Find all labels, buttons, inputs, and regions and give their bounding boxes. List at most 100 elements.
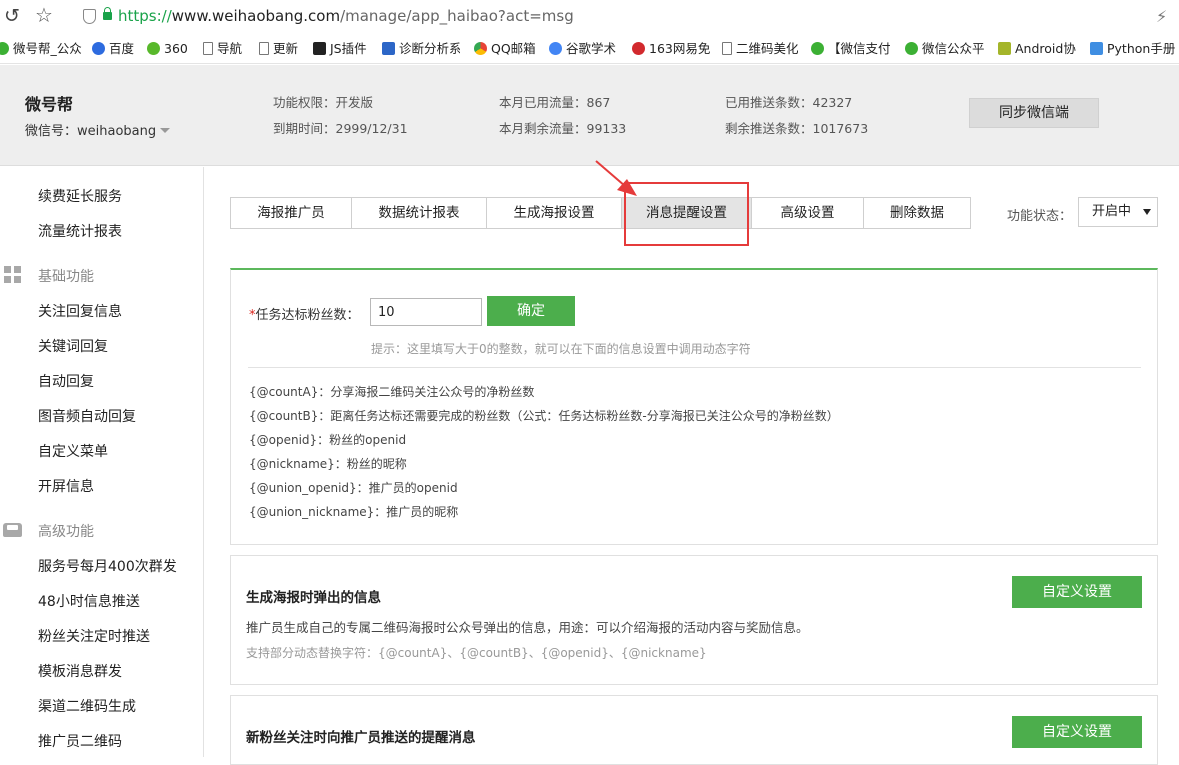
panel-title: 新粉丝关注时向推广员推送的提醒消息	[246, 730, 476, 746]
account-name: 微号帮	[25, 95, 74, 114]
poster-message-panel: 生成海报时弹出的信息 推广员生成自己的专属二维码海报时公众号弹出的信息，用途：可…	[230, 555, 1158, 685]
sidebar-item-template-msg[interactable]: 模板消息群发	[38, 661, 122, 681]
sidebar-item-media-reply[interactable]: 图音频自动回复	[38, 406, 136, 426]
inbox-icon	[3, 523, 22, 537]
bookmark-item[interactable]: 微号帮_公众	[0, 41, 82, 59]
android-icon	[998, 42, 1011, 55]
sidebar-item-custom-menu[interactable]: 自定义菜单	[38, 441, 108, 461]
variable-line: {@openid}：粉丝的openid	[249, 433, 407, 447]
panel-support-text: 支持部分动态替换字符：{@countA}、{@countB}、{@openid}…	[246, 646, 707, 660]
bookmark-label: 诊断分析系	[399, 41, 460, 56]
page-icon	[722, 42, 732, 55]
variable-line: {@countB}：距离任务达标还需要完成的粉丝数（公式：任务达标粉丝数-分享海…	[249, 409, 839, 423]
bookmark-item[interactable]: 诊断分析系	[382, 41, 460, 59]
sidebar-item-splash[interactable]: 开屏信息	[38, 476, 94, 496]
bookmark-item[interactable]: QQ邮箱	[474, 41, 536, 59]
lightning-icon[interactable]: ⚡︎	[1156, 7, 1167, 26]
panel-description: 推广员生成自己的专属二维码海报时公众号弹出的信息，用途：可以介绍海报的活动内容与…	[246, 620, 809, 635]
baidu-paw-icon	[92, 42, 105, 55]
bookmark-star-icon[interactable]: ☆	[35, 4, 57, 26]
caret-down-icon	[1143, 209, 1151, 215]
bookmark-item[interactable]: Python手册	[1090, 41, 1175, 59]
sidebar-item-flow-report[interactable]: 流量统计报表	[38, 221, 122, 241]
bookmark-label: 微信公众平	[922, 41, 985, 56]
bookmark-item[interactable]: 导航	[203, 41, 242, 59]
url-field[interactable]: https://www.weihaobang.com/manage/app_ha…	[118, 7, 574, 25]
tab-poster-promoter[interactable]: 海报推广员	[230, 197, 352, 229]
grid-icon	[4, 266, 21, 283]
push-left-text: 剩余推送条数：1017673	[725, 121, 869, 136]
permission-text: 功能权限：开发版	[273, 95, 374, 110]
variable-line: {@nickname}：粉丝的昵称	[249, 457, 407, 471]
status-select[interactable]: 开启中	[1078, 197, 1158, 227]
bookmark-label: 【微信支付	[828, 41, 891, 56]
task-fans-input[interactable]	[370, 298, 482, 326]
bookmark-label: 微号帮_公众	[13, 41, 82, 56]
bookmark-item[interactable]: 谷歌学术	[549, 41, 616, 59]
push-used-text: 已用推送条数：42327	[725, 95, 853, 110]
bookmark-item[interactable]: 【微信支付	[811, 41, 893, 59]
wechat-green-icon	[0, 42, 9, 55]
chart-icon	[382, 42, 395, 55]
confirm-button[interactable]: 确定	[487, 296, 575, 326]
sidebar-item-renew[interactable]: 续费延长服务	[38, 186, 122, 206]
page-icon	[259, 42, 269, 55]
bookmark-item[interactable]: 360	[147, 41, 188, 59]
flow-left-text: 本月剩余流量：99133	[499, 121, 627, 136]
wechat-id-dropdown[interactable]: 微信号：weihaobang	[25, 120, 171, 139]
sidebar-item-mass-send[interactable]: 服务号每月400次群发	[38, 556, 177, 576]
variable-line: {@union_openid}：推广员的openid	[249, 481, 458, 495]
sidebar-item-promoter-qrcode[interactable]: 推广员二维码	[38, 731, 122, 751]
browser-address-bar: ↺ ☆ https://www.weihaobang.com/manage/ap…	[0, 0, 1179, 34]
bookmark-item[interactable]: 微信公众平	[905, 41, 987, 59]
custom-settings-button[interactable]: 自定义设置	[1012, 716, 1142, 748]
sidebar-item-keyword-reply[interactable]: 关键词回复	[38, 336, 108, 356]
url-host: www.weihaobang.com	[171, 7, 341, 25]
bookmark-label: 360	[164, 41, 188, 56]
task-fans-label: *任务达标粉丝数：	[249, 304, 360, 323]
sidebar: 续费延长服务 流量统计报表 基础功能 关注回复信息 关键词回复 自动回复 图音频…	[0, 167, 204, 757]
tab-data-report[interactable]: 数据统计报表	[351, 197, 487, 229]
caret-down-icon	[160, 128, 171, 133]
python-icon	[1090, 42, 1103, 55]
bookmarks-bar: 微号帮_公众 百度 360 导航 更新 JS插件 诊断分析系 QQ邮箱 谷歌学术…	[0, 34, 1179, 64]
bookmark-label: 谷歌学术	[566, 41, 617, 56]
bookmark-label: Python手册	[1107, 41, 1176, 56]
variable-line: {@union_nickname}：推广员的昵称	[249, 505, 459, 519]
chrome-icon	[474, 42, 487, 55]
wechat-icon	[905, 42, 918, 55]
bookmark-label: 百度	[109, 41, 135, 56]
tab-advanced-settings[interactable]: 高级设置	[751, 197, 864, 229]
google-icon	[549, 42, 562, 55]
sidebar-item-channel-qrcode[interactable]: 渠道二维码生成	[38, 696, 136, 716]
variable-line: {@countA}：分享海报二维码关注公众号的净粉丝数	[249, 385, 535, 399]
page-icon	[203, 42, 213, 55]
netease-icon	[632, 42, 645, 55]
custom-settings-button[interactable]: 自定义设置	[1012, 576, 1142, 608]
status-label: 功能状态：	[1007, 209, 1073, 224]
bookmark-item[interactable]: 百度	[92, 41, 134, 59]
panel-title: 生成海报时弹出的信息	[246, 590, 381, 606]
shield-icon[interactable]	[83, 9, 96, 24]
account-header: 微号帮 微信号：weihaobang 功能权限：开发版 到期时间：2999/12…	[0, 65, 1179, 166]
reload-icon[interactable]: ↺	[4, 6, 24, 26]
task-fans-label-text: 任务达标粉丝数：	[255, 308, 360, 323]
lock-icon	[103, 7, 112, 20]
sidebar-item-48h-push[interactable]: 48小时信息推送	[38, 591, 140, 611]
bookmark-item[interactable]: 更新	[259, 41, 298, 59]
flow-used-text: 本月已用流量：867	[499, 95, 611, 110]
tab-poster-settings[interactable]: 生成海报设置	[486, 197, 622, 229]
sidebar-item-auto-reply[interactable]: 自动回复	[38, 371, 94, 391]
js-icon	[313, 42, 326, 55]
bookmark-item[interactable]: 163网易免	[632, 41, 710, 59]
tab-delete-data[interactable]: 删除数据	[863, 197, 971, 229]
bookmark-item[interactable]: 二维码美化	[722, 41, 799, 59]
bookmark-item[interactable]: Android协	[998, 41, 1078, 59]
bookmark-label: 更新	[273, 41, 299, 56]
sync-wechat-button[interactable]: 同步微信端	[969, 98, 1099, 128]
sidebar-item-follow-reply[interactable]: 关注回复信息	[38, 301, 122, 321]
wechat-id-text: 微信号：weihaobang	[25, 124, 157, 139]
bookmark-item[interactable]: JS插件	[313, 41, 367, 59]
new-fan-reminder-panel: 新粉丝关注时向推广员推送的提醒消息 自定义设置	[230, 695, 1158, 765]
sidebar-item-timed-push[interactable]: 粉丝关注定时推送	[38, 626, 150, 646]
